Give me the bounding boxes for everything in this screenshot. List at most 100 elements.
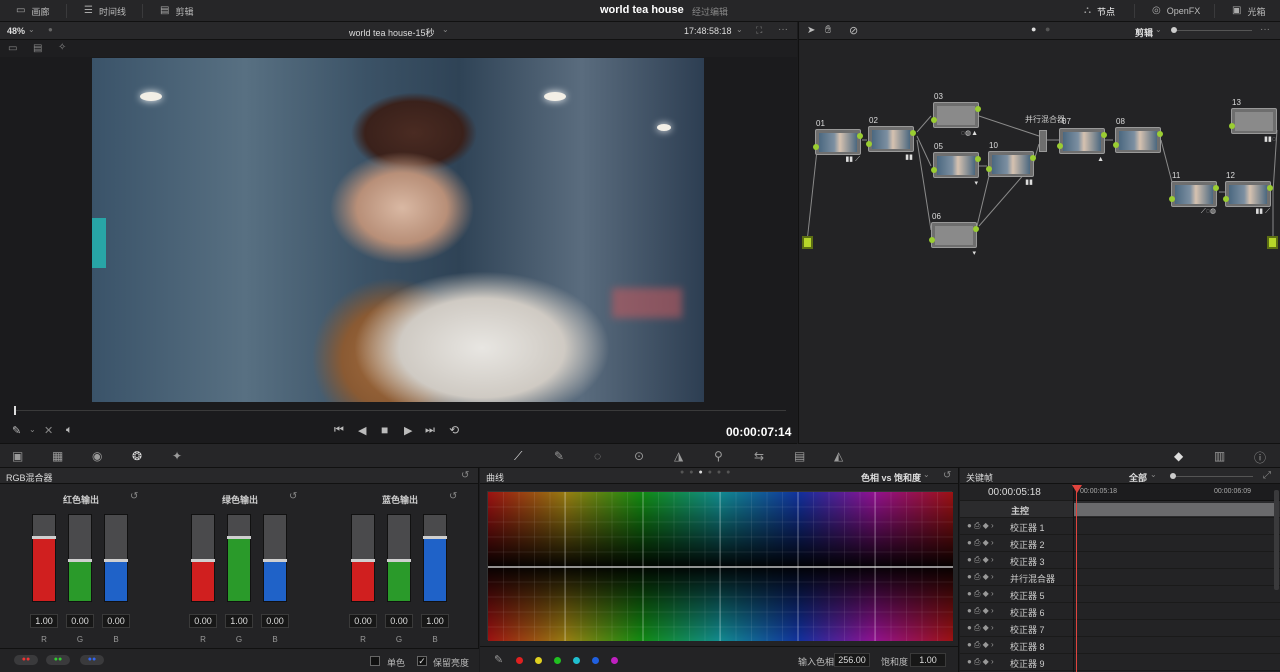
node-zoom-slider[interactable] (1174, 30, 1252, 31)
channel-slider[interactable] (104, 514, 128, 602)
channel-value-field[interactable]: 0.00 (261, 614, 289, 628)
source-input-icon[interactable] (802, 236, 813, 249)
hue-swatch-dot[interactable] (573, 657, 580, 664)
eyedropper-icon[interactable]: ✎ (12, 424, 21, 437)
more-options-icon[interactable]: ··· (1260, 24, 1270, 35)
channel-value-field[interactable]: 0.00 (385, 614, 413, 628)
curve-page-dots[interactable]: ●●●●●● (680, 469, 735, 476)
node-11[interactable]: 11 ⟋◌◍ (1169, 171, 1219, 215)
slider-knob[interactable] (263, 558, 287, 562)
keyframe-row[interactable]: ● ⎙ ◆ › 并行混合器 (960, 569, 1280, 586)
channel-slider[interactable] (351, 514, 375, 602)
channel-value-field[interactable]: 0.00 (189, 614, 217, 628)
blur-icon[interactable]: ◮ (674, 449, 683, 463)
keyframe-row-controls-icon[interactable]: ● ⎙ ◆ › (967, 640, 994, 650)
stop-icon[interactable]: ■ (381, 423, 388, 437)
keyframe-row-controls-icon[interactable]: ● ⎙ ◆ › (967, 521, 994, 531)
zoom-dropdown-icon[interactable]: ⌄ (28, 25, 35, 34)
split-view-icon[interactable]: ▤ (33, 43, 42, 54)
slider-knob[interactable] (68, 558, 92, 562)
clip-name[interactable]: world tea house-15秒 (349, 26, 435, 39)
node-06[interactable]: 06 ▾ (929, 212, 979, 257)
curve-eyedropper-icon[interactable]: ✎ (494, 653, 503, 666)
channel-value-field[interactable]: 0.00 (349, 614, 377, 628)
channel-slider[interactable] (387, 514, 411, 602)
window-icon[interactable]: ◌ (594, 449, 601, 463)
fullscreen-icon[interactable]: ⛶ (756, 25, 762, 36)
eyedropper-dropdown-icon[interactable]: ⌄ (29, 425, 36, 434)
magic-wand-icon[interactable]: ✧ (58, 42, 66, 53)
slider-knob[interactable] (104, 558, 128, 562)
play-icon[interactable]: ▶ (404, 424, 412, 437)
node-01[interactable]: 01 ▮▮ ⟋ (813, 119, 863, 163)
channel-value-field[interactable]: 1.00 (421, 614, 449, 628)
keyframe-ruler[interactable]: 00:00:05:18 00:00:06:09 (1074, 484, 1280, 501)
skip-to-end-icon[interactable]: ⏭︎ (425, 424, 435, 437)
preserve-luminance-checkbox[interactable]: ✓ (417, 656, 427, 666)
channel-value-field[interactable]: 0.00 (66, 614, 94, 628)
keyframe-row[interactable]: ● ⎙ ◆ › 校正器 7 (960, 620, 1280, 637)
node-13[interactable]: 13 ▮▮◌ (1229, 98, 1277, 143)
tab-timeline[interactable]: ☰ 时间线 (84, 0, 126, 22)
channel-slider[interactable] (68, 514, 92, 602)
keyframe-row-controls-icon[interactable]: ● ⎙ ◆ › (967, 589, 994, 599)
keyframe-zoom-slider[interactable] (1173, 476, 1253, 477)
node-07[interactable]: 07 ▲ (1057, 117, 1107, 163)
channel-value-field[interactable]: 0.00 (102, 614, 130, 628)
keyframe-row-controls-icon[interactable]: ● ⎙ ◆ › (967, 572, 994, 582)
page-dot[interactable]: ● (1045, 24, 1050, 34)
page-dot-active[interactable]: ● (1031, 24, 1036, 34)
info-icon[interactable]: ⓘ (1254, 449, 1266, 466)
curve-mode-select[interactable]: 色相 vs 饱和度 (861, 471, 921, 484)
keyframe-row-controls-icon[interactable]: ● ⎙ ◆ › (967, 555, 994, 565)
slider-knob[interactable] (191, 558, 215, 562)
scrub-track[interactable] (14, 410, 786, 411)
node-12[interactable]: 12 ▮▮ ⟋ (1223, 171, 1273, 215)
hue-swatch-dot[interactable] (535, 657, 542, 664)
sizing-icon[interactable]: ⇆ (754, 449, 764, 463)
single-view-icon[interactable]: ▭ (8, 43, 17, 54)
node-graph[interactable]: 01 ▮▮ ⟋ 02 ▮▮ 03 ◌◍▲ 05 ▾ 06 ▾ 并行混合器 07 … (798, 40, 1280, 444)
channel-value-field[interactable]: 1.00 (225, 614, 253, 628)
hue-swatch-dot[interactable] (516, 657, 523, 664)
hand-tool-icon[interactable]: ✋︎ (825, 24, 831, 37)
scopes-icon[interactable]: ▥ (1214, 449, 1225, 463)
channel-slider[interactable] (227, 514, 251, 602)
hue-vs-saturation-graph[interactable] (487, 491, 953, 641)
node-zoom-slider-knob[interactable] (1171, 27, 1177, 33)
motion-effects-icon[interactable]: ✦ (172, 449, 182, 463)
mono-checkbox[interactable] (370, 656, 380, 666)
saturation-field[interactable]: 1.00 (910, 653, 946, 667)
keyframe-row[interactable]: ● ⎙ ◆ › 校正器 9 (960, 654, 1280, 671)
node-03[interactable]: 03 ◌◍▲ (931, 92, 981, 137)
hue-swatch-dot[interactable] (592, 657, 599, 664)
zoom-level[interactable]: 48% (7, 26, 25, 36)
loop-icon[interactable]: ⟲ (449, 423, 459, 437)
channel-value-field[interactable]: 1.00 (30, 614, 58, 628)
close-icon[interactable]: ✕ (44, 424, 53, 437)
keyframe-scrollbar[interactable] (1274, 490, 1279, 590)
viewer-canvas[interactable] (0, 57, 797, 403)
keyframe-row[interactable]: ● ⎙ ◆ › 校正器 5 (960, 586, 1280, 603)
scrub-playhead[interactable] (14, 406, 16, 415)
keyframe-row-controls-icon[interactable]: ● ⎙ ◆ › (967, 606, 994, 616)
keyframe-row[interactable]: ● ⎙ ◆ › 校正器 1 (960, 518, 1280, 535)
keyframe-row-controls-icon[interactable]: ● ⎙ ◆ › (967, 657, 994, 667)
curve-mode-dropdown-icon[interactable]: ⌄ (923, 470, 930, 479)
keyframe-palette-icon[interactable]: ◆ (1174, 449, 1183, 463)
key-icon[interactable]: ⚲ (714, 449, 723, 463)
clip-dropdown-icon[interactable]: ⌄ (442, 25, 449, 34)
keyframe-master-row[interactable]: 主控 (960, 501, 1280, 518)
keyframe-row[interactable]: ● ⎙ ◆ › 校正器 2 (960, 535, 1280, 552)
output-icon[interactable] (1267, 236, 1278, 249)
3d-icon[interactable]: ▤ (794, 449, 805, 463)
volume-icon[interactable]: 🔈︎ (66, 424, 73, 437)
node-mode-select[interactable]: 剪辑 (1135, 26, 1153, 39)
channel-slider[interactable] (263, 514, 287, 602)
hue-swatch-dot[interactable] (554, 657, 561, 664)
swap-blue-icon[interactable]: ●● (80, 655, 104, 665)
keyframe-filter-select[interactable]: 全部 (1129, 471, 1147, 484)
timecode-dropdown-icon[interactable]: ⌄ (736, 25, 743, 34)
color-wheels-icon[interactable]: ◉ (92, 449, 102, 463)
pointer-tool-icon[interactable]: ➤ (807, 25, 815, 36)
